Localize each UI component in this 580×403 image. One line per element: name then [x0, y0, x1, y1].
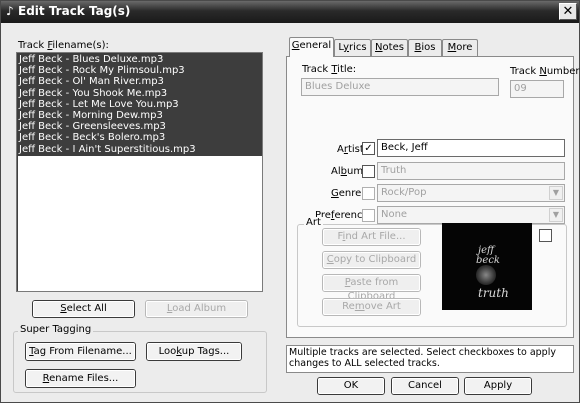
tag-from-filename-button[interactable]: Tag From Filename...	[25, 342, 136, 361]
list-item[interactable]: Jeff Beck - Ol' Man River.mp3	[19, 76, 260, 87]
preference-value: None	[381, 209, 408, 220]
tab-general[interactable]: General	[289, 37, 334, 57]
app-icon: ♪	[6, 4, 14, 18]
chevron-down-icon[interactable]: ▼	[549, 186, 563, 200]
cover-text-truth: truth	[478, 286, 509, 300]
track-filename-list[interactable]: Jeff Beck - Blues Deluxe.mp3 Jeff Beck -…	[16, 52, 263, 292]
genre-label: Genre:	[331, 188, 365, 199]
chevron-down-icon[interactable]: ▼	[549, 208, 563, 222]
check-icon: ✓	[364, 143, 373, 154]
tab-more[interactable]: More	[442, 39, 478, 56]
album-field[interactable]: Truth	[377, 162, 565, 180]
track-number-label: Track Number:	[510, 66, 580, 77]
album-checkbox[interactable]	[362, 165, 375, 178]
tab-bios[interactable]: Bios	[408, 39, 442, 56]
close-icon: ✕	[562, 4, 574, 19]
list-item[interactable]: Jeff Beck - You Shook Me.mp3	[19, 88, 260, 99]
list-item[interactable]: Jeff Beck - Rock My Plimsoul.mp3	[19, 65, 260, 76]
ok-button[interactable]: OK	[317, 377, 385, 395]
preference-checkbox[interactable]	[362, 209, 375, 222]
close-button[interactable]: ✕	[559, 3, 577, 20]
artist-checkbox[interactable]: ✓	[362, 142, 375, 155]
list-item[interactable]: Jeff Beck - Blues Deluxe.mp3	[19, 54, 260, 65]
tab-notes[interactable]: Notes	[371, 39, 408, 56]
genre-value: Rock/Pop	[381, 187, 427, 198]
tab-lyrics[interactable]: Lyrics	[334, 39, 371, 56]
title-bar[interactable]: ♪ Edit Track Tag(s) ✕	[1, 1, 579, 23]
remove-art-button[interactable]: Remove Art	[322, 298, 421, 316]
load-album-button[interactable]: Load Album	[145, 300, 248, 318]
super-tagging-label: Super Tagging	[18, 324, 94, 335]
lookup-tags-button[interactable]: Lookup Tags...	[146, 342, 242, 361]
list-item[interactable]: Jeff Beck - Greensleeves.mp3	[19, 121, 260, 132]
preference-dropdown[interactable]: None ▼	[377, 206, 565, 224]
list-item[interactable]: Jeff Beck - Beck's Bolero.mp3	[19, 132, 260, 143]
track-filename-label: Track Filename(s):	[18, 40, 109, 51]
art-checkbox[interactable]	[539, 229, 552, 242]
list-item[interactable]: Jeff Beck - I Ain't Superstitious.mp3	[19, 144, 260, 155]
rename-files-button[interactable]: Rename Files...	[25, 369, 136, 388]
art-group-label: Art	[304, 217, 323, 228]
track-title-label: Track Title:	[302, 64, 357, 75]
edit-track-tags-dialog: ♪ Edit Track Tag(s) ✕ Track Filename(s):…	[0, 0, 580, 403]
paste-from-clipboard-button[interactable]: Paste from Clipboard	[322, 274, 421, 302]
copy-to-clipboard-button[interactable]: Copy to Clipboard	[322, 251, 421, 269]
track-list-selection: Jeff Beck - Blues Deluxe.mp3 Jeff Beck -…	[17, 53, 262, 156]
select-all-button[interactable]: Select All	[32, 300, 135, 318]
find-art-file-button[interactable]: Find Art File...	[322, 228, 421, 246]
album-art-image: jeff beck truth	[442, 223, 532, 310]
list-item[interactable]: Jeff Beck - Morning Dew.mp3	[19, 110, 260, 121]
track-title-field[interactable]: Blues Deluxe	[301, 78, 499, 96]
track-number-field[interactable]: 09	[510, 80, 564, 98]
genre-checkbox[interactable]	[362, 187, 375, 200]
apply-button[interactable]: Apply	[464, 377, 532, 395]
artist-field[interactable]: Beck, Jeff	[377, 139, 565, 157]
cover-figure	[476, 265, 496, 285]
status-message: Multiple tracks are selected. Select che…	[286, 345, 574, 373]
window-title: Edit Track Tag(s)	[18, 4, 131, 18]
genre-dropdown[interactable]: Rock/Pop ▼	[377, 184, 565, 202]
list-item[interactable]: Jeff Beck - Let Me Love You.mp3	[19, 99, 260, 110]
cancel-button[interactable]: Cancel	[391, 377, 459, 395]
